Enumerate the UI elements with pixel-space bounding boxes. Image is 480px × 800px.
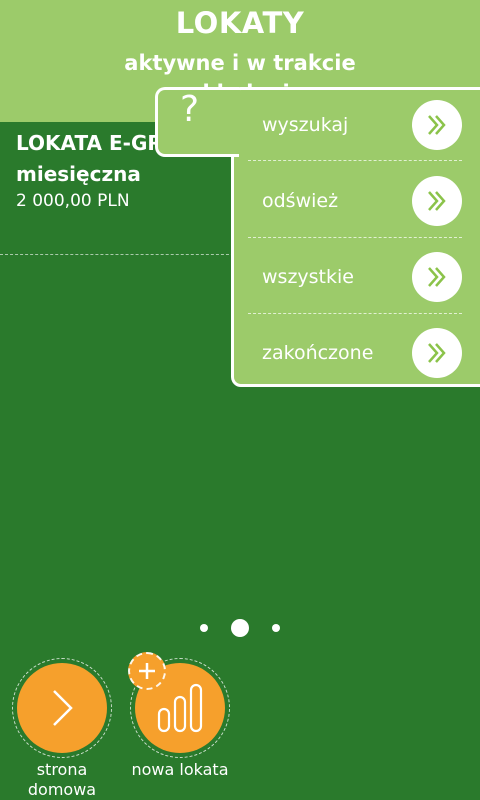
page-dot <box>272 624 280 632</box>
menu-item-search[interactable]: wyszukaj <box>248 93 462 157</box>
deposit-amount: 2 000,00 PLN <box>16 191 130 211</box>
menu-item-refresh[interactable]: odśwież <box>248 169 462 233</box>
menu-divider <box>248 160 462 161</box>
double-chevron-right-icon[interactable] <box>412 252 462 302</box>
page-dot-active <box>231 619 249 637</box>
home-button-label: strona domowa <box>27 760 97 799</box>
menu-item-search-label: wyszukaj <box>262 114 349 136</box>
menu-divider <box>248 237 462 238</box>
double-chevron-right-icon[interactable] <box>412 100 462 150</box>
double-chevron-right-icon[interactable] <box>412 176 462 226</box>
help-question-icon[interactable]: ? <box>180 90 199 130</box>
menu-item-all-label: wszystkie <box>262 266 354 288</box>
help-tab-joint <box>230 90 240 154</box>
chevron-right-icon <box>53 690 73 726</box>
menu-item-finished-label: zakończone <box>262 342 374 364</box>
menu-item-finished[interactable]: zakończone <box>248 321 462 385</box>
home-button-circle <box>17 663 107 753</box>
page-title: LOKATY <box>175 6 305 40</box>
plus-icon <box>128 652 166 690</box>
page-indicator <box>0 614 480 644</box>
menu-item-refresh-label: odśwież <box>262 190 339 212</box>
page-dot <box>200 624 208 632</box>
double-chevron-right-icon[interactable] <box>412 328 462 378</box>
menu-item-all[interactable]: wszystkie <box>248 245 462 309</box>
menu-divider <box>248 313 462 314</box>
new-deposit-button-label: nowa lokata <box>131 760 229 779</box>
page-subtitle-line1: aktywne i w trakcie <box>124 51 356 75</box>
